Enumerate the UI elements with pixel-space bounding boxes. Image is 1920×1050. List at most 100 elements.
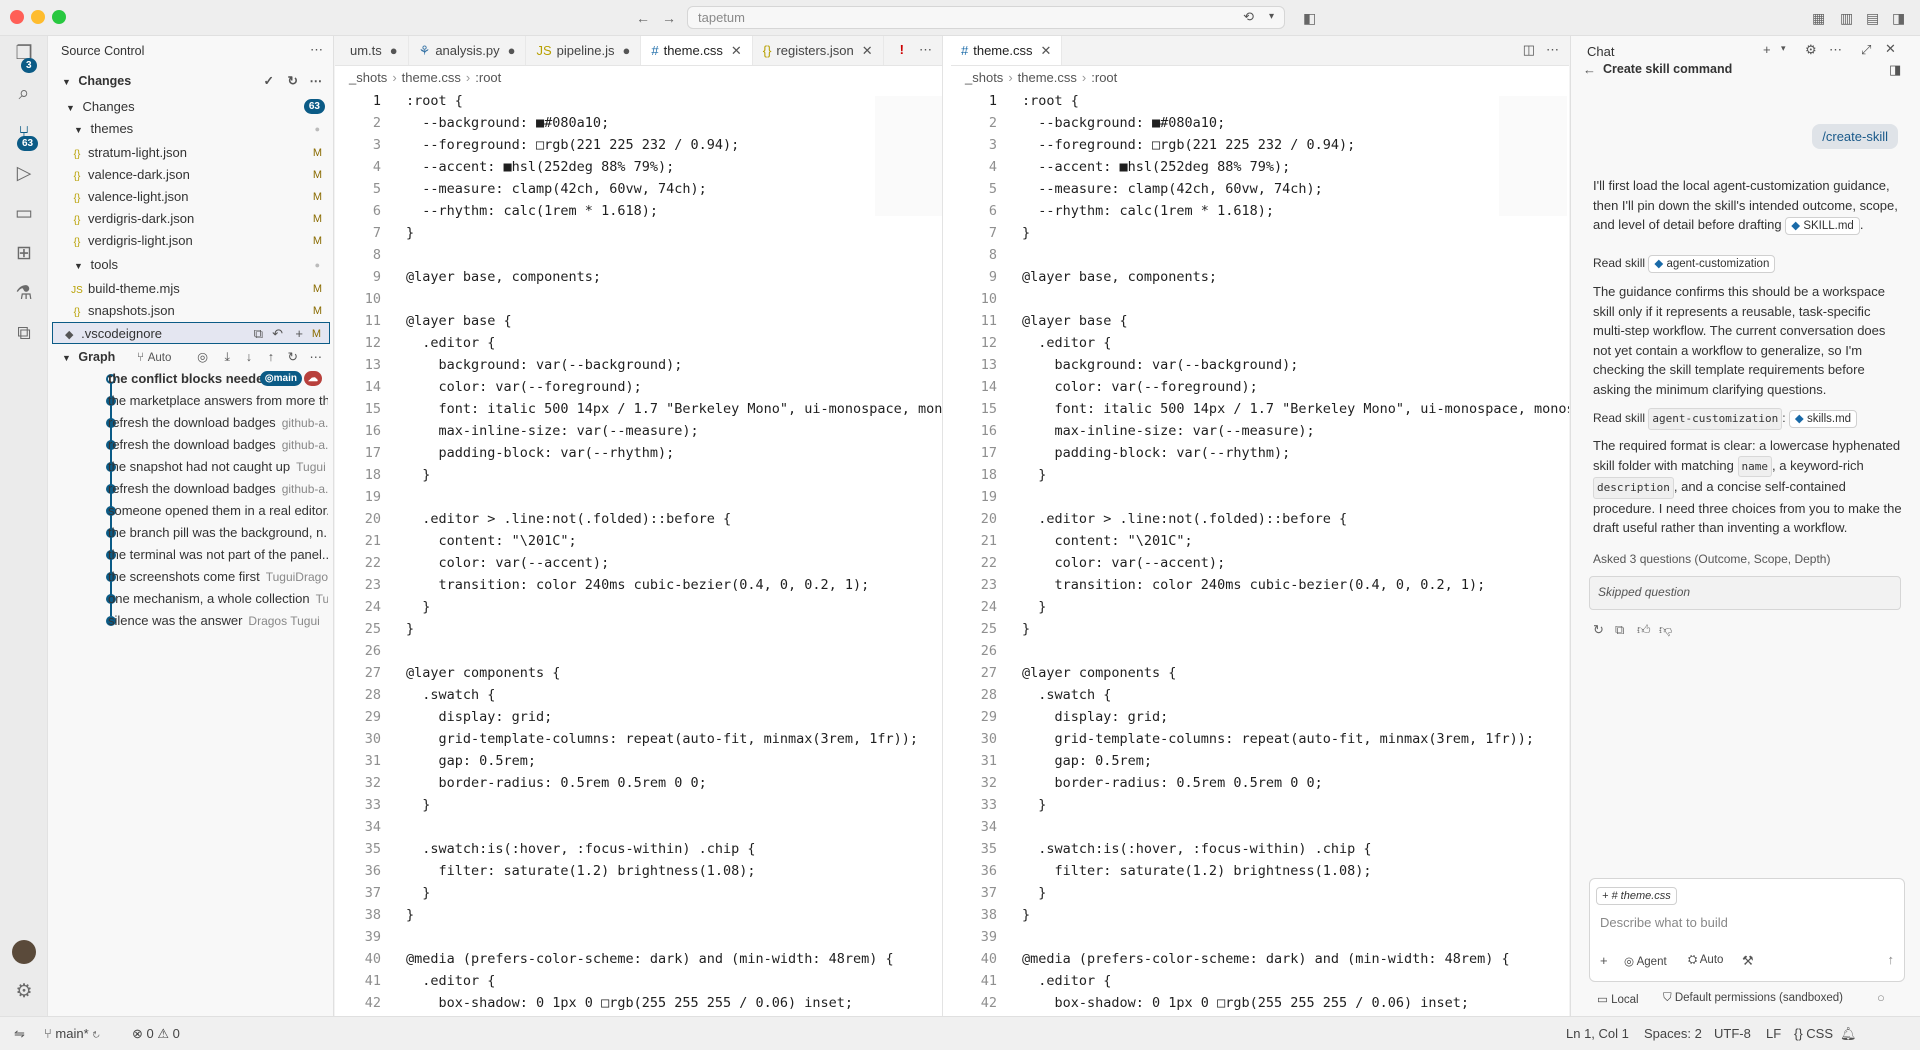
command-center-search[interactable]: tapetum ⟲ ▾ [687, 6, 1285, 29]
language-mode[interactable]: {} CSS [1794, 1026, 1833, 1041]
copy-icon[interactable]: ⧉ [1615, 622, 1624, 638]
file-row[interactable]: {} valence-light.json M [48, 186, 334, 208]
permissions-picker[interactable]: ⛉ Default permissions (sandboxed) [1663, 992, 1843, 1005]
tab-close-icon[interactable]: ● [508, 43, 516, 58]
tab-close-icon[interactable]: ● [622, 43, 630, 58]
indentation[interactable]: Spaces: 2 [1644, 1026, 1702, 1041]
folder-tools[interactable]: ▼ tools ● [48, 254, 334, 276]
notifications-icon[interactable]: 🔔︎ [1840, 1026, 1857, 1042]
add-context-icon[interactable]: + [1600, 953, 1608, 968]
discard-icon[interactable]: ↶ [272, 323, 283, 343]
file-row[interactable]: {} snapshots.json M [48, 300, 334, 322]
tab-close-icon[interactable]: ✕ [1040, 43, 1051, 58]
agent-mode-picker[interactable]: ◎ Agent [1624, 954, 1667, 968]
folder-themes[interactable]: ▼ themes ● [48, 118, 334, 140]
stage-icon[interactable]: + [295, 323, 303, 343]
status-circle-icon[interactable]: ○ [1877, 990, 1885, 1005]
thumbs-up-icon[interactable]: 👍︎ [1637, 622, 1651, 638]
commit-row[interactable]: the marketplace answers from more th... [108, 390, 328, 412]
breadcrumb-item[interactable]: _shots [349, 70, 387, 85]
file-row[interactable]: JS build-theme.mjs M [48, 278, 334, 300]
graph-section-header[interactable]: ▼ Graph ⑂ Auto ◎ ⤓ ↓ ↑ ↻ ⋯ [48, 346, 334, 368]
settings-gear-icon[interactable]: ⚙ [12, 980, 36, 1004]
split-icon[interactable]: ◧ [1303, 9, 1316, 27]
thumbs-down-icon[interactable]: 👎︎ [1659, 622, 1672, 638]
split-editor-icon[interactable]: ◫ [1523, 42, 1535, 58]
breadcrumb-item[interactable]: theme.css [402, 70, 461, 85]
commit-row[interactable]: the snapshot had not caught up Tugui ... [108, 456, 328, 478]
commit-row[interactable]: the terminal was not part of the panel..… [108, 544, 328, 566]
customize-layout-icon[interactable]: ▦ [1812, 9, 1825, 27]
problems-status[interactable]: ⊗ 0 ⚠ 0 [132, 1026, 180, 1042]
minimize-window-button[interactable] [31, 10, 45, 24]
editor-tab[interactable]: ⚘ analysis.py ● [409, 36, 527, 65]
skill-chip[interactable]: ◆ agent-customization [1648, 255, 1776, 273]
target-icon[interactable]: ◎ [197, 346, 208, 368]
send-arrow-icon[interactable]: ↑ [1888, 952, 1895, 967]
commit-row[interactable]: refresh the download badges github-a... [108, 434, 328, 456]
chevron-down-icon[interactable]: ▾ [1781, 43, 1786, 54]
zoom-window-button[interactable] [52, 10, 66, 24]
changes-section-header[interactable]: ▼ Changes ✓ ↻ ⋯ [48, 70, 334, 92]
branch-status[interactable]: ⑂ main* ↻ [44, 1026, 100, 1041]
selected-file-row[interactable]: ◆ .vscodeignore ⧉ ↶ + M [52, 322, 330, 344]
search-icon[interactable]: ⌕ [12, 82, 36, 106]
forward-arrow-icon[interactable]: → [662, 9, 676, 27]
tab-close-icon[interactable]: ✕ [862, 43, 873, 58]
python-icon[interactable]: ⧉ [12, 322, 36, 346]
sidebar-toggle-icon[interactable]: ◨ [1889, 62, 1901, 78]
file-row[interactable]: {} verdigris-light.json M [48, 230, 334, 252]
line-ending[interactable]: LF [1766, 1026, 1781, 1041]
toggle-panel-icon[interactable]: ▤ [1866, 9, 1879, 27]
new-chat-icon[interactable]: + [1763, 42, 1771, 57]
breadcrumb[interactable]: _shots › theme.css ›:root [349, 70, 501, 85]
commit-row[interactable]: someone opened them in a real editor... [108, 500, 328, 522]
back-arrow-icon[interactable]: ← [1583, 62, 1596, 77]
commit-row[interactable]: one mechanism, a whole collection Tu... [108, 588, 328, 610]
editor-tab[interactable]: {} registers.json ✕ [753, 36, 884, 65]
copilot-icon[interactable]: ⟲ [1243, 6, 1254, 27]
commit-row[interactable]: the conflict blocks neede... ◎main ☁ [108, 368, 328, 390]
remote-explorer-icon[interactable]: ▭ [12, 202, 36, 226]
remote-icon[interactable]: ⇋ [14, 1026, 25, 1042]
cursor-position[interactable]: Ln 1, Col 1 [1566, 1026, 1629, 1041]
model-picker[interactable]: ⛭ Auto [1688, 954, 1723, 967]
commit-row[interactable]: refresh the download badges github-a... [108, 478, 328, 500]
skipped-question-box[interactable]: Skipped question [1589, 576, 1901, 610]
editor-tab[interactable]: # theme.css ✕ [951, 36, 1063, 65]
editor-tab[interactable]: # theme.css ✕ [641, 36, 753, 65]
testing-icon[interactable]: ⚗ [12, 282, 36, 306]
file-row[interactable]: {} valence-dark.json M [48, 164, 334, 186]
run-debug-icon[interactable]: ▷ [12, 162, 36, 186]
chat-input[interactable]: Describe what to build [1600, 915, 1728, 930]
account-avatar[interactable] [12, 940, 36, 964]
close-icon[interactable]: ✕ [1885, 41, 1896, 57]
location-picker[interactable]: ▭ Local [1597, 992, 1639, 1006]
remote-branch-icon[interactable]: ☁ [304, 371, 322, 386]
breadcrumb-item[interactable]: :root [475, 70, 501, 85]
commit-check-icon[interactable]: ✓ [264, 70, 274, 92]
file-row[interactable]: {} verdigris-dark.json M [48, 208, 334, 230]
tab-close-icon[interactable]: ✕ [731, 43, 742, 58]
toggle-secondary-sidebar-icon[interactable]: ◨ [1892, 9, 1905, 27]
file-reference-chip[interactable]: ◆ SKILL.md [1785, 217, 1860, 235]
more-icon[interactable]: ⋯ [310, 346, 323, 368]
settings-gear-icon[interactable]: ⚙ [1805, 42, 1817, 58]
editor-tab[interactable]: um.ts ● [335, 36, 409, 65]
graph-mode[interactable]: Auto [148, 352, 172, 364]
more-icon[interactable]: ⋯ [919, 42, 932, 58]
close-window-button[interactable] [10, 10, 24, 24]
breadcrumb[interactable]: _shots › theme.css ›:root [965, 70, 1117, 85]
minimap[interactable] [875, 96, 942, 216]
retry-icon[interactable]: ↻ [1593, 622, 1604, 638]
changes-group[interactable]: ▼ Changes 63 [48, 96, 334, 118]
commit-row[interactable]: refresh the download badges github-a... [108, 412, 328, 434]
minimap[interactable] [1499, 96, 1567, 216]
branch-pill[interactable]: ◎main [259, 371, 302, 386]
extensions-icon[interactable]: ⊞ [12, 242, 36, 266]
push-icon[interactable]: ↑ [268, 346, 274, 368]
open-file-icon[interactable]: ⧉ [254, 323, 263, 343]
more-actions-icon[interactable]: ⋯ [310, 42, 323, 58]
more-icon[interactable]: ⋯ [1546, 42, 1559, 58]
tools-icon[interactable]: ⚒ [1742, 953, 1754, 969]
